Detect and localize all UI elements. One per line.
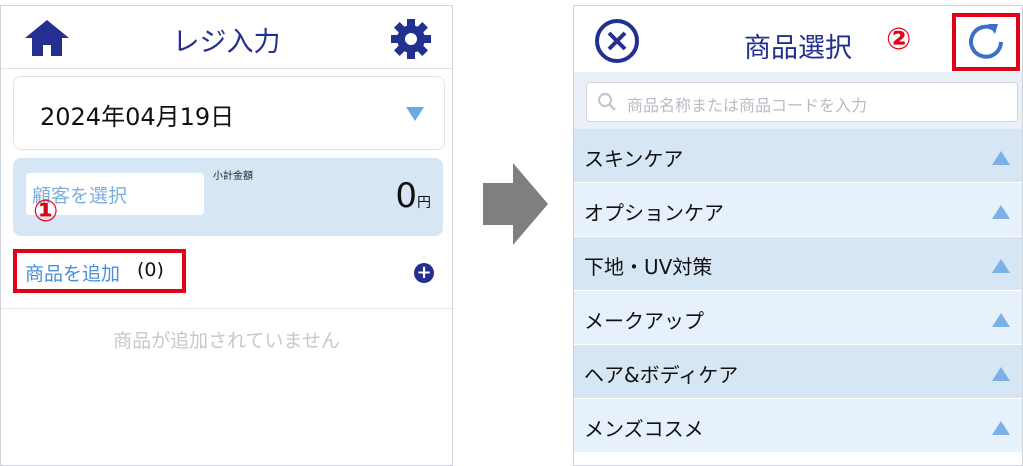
search-input[interactable]: 商品名称または商品コードを入力 bbox=[586, 82, 1018, 122]
category-label: スキンケア bbox=[584, 147, 684, 171]
category-item[interactable]: 下地・UV対策 bbox=[574, 237, 1022, 291]
search-icon bbox=[597, 92, 616, 111]
arrow-right-icon bbox=[483, 163, 548, 245]
search-bar: 商品名称または商品コードを入力 bbox=[574, 72, 1022, 129]
subtotal-number: 0 bbox=[395, 176, 417, 216]
category-item[interactable]: スキンケア bbox=[574, 129, 1022, 183]
search-placeholder: 商品名称または商品コードを入力 bbox=[627, 96, 868, 115]
subtotal-unit: 円 bbox=[417, 195, 431, 211]
step-marker-2: ② bbox=[886, 22, 912, 57]
highlight-box-1 bbox=[13, 249, 186, 293]
chevron-up-icon bbox=[992, 151, 1010, 165]
chevron-up-icon bbox=[992, 205, 1010, 219]
step-marker-1: ① bbox=[33, 194, 59, 229]
page-title: レジ入力 bbox=[172, 27, 281, 58]
top-bar: 商品選択 ② bbox=[574, 6, 1022, 72]
chevron-up-icon bbox=[992, 367, 1010, 381]
subtotal-value: 0円 bbox=[395, 176, 431, 216]
category-label: 下地・UV対策 bbox=[584, 255, 713, 279]
subtotal-card: 顧客を選択 小計金額 0円 ① bbox=[13, 158, 443, 236]
category-label: ヘア&ボディケア bbox=[584, 363, 739, 387]
category-item[interactable]: メークアップ bbox=[574, 291, 1022, 345]
chevron-down-icon bbox=[406, 107, 424, 121]
top-bar: レジ入力 bbox=[1, 6, 452, 69]
category-label: メークアップ bbox=[584, 309, 704, 333]
date-selector[interactable]: 2024年04月19日 bbox=[13, 76, 445, 150]
chevron-up-icon bbox=[992, 313, 1010, 327]
category-label: オプションケア bbox=[584, 201, 724, 225]
gear-icon[interactable] bbox=[389, 17, 433, 61]
register-screen: レジ入力 2024年04月19日 顧客を選択 小計金額 0円 ① 商品を追加 (… bbox=[0, 5, 453, 466]
close-icon[interactable] bbox=[594, 18, 640, 64]
empty-message: 商品が追加されていません bbox=[113, 330, 340, 352]
category-label: メンズコスメ bbox=[584, 417, 704, 441]
plus-icon[interactable]: + bbox=[414, 263, 434, 283]
category-item[interactable]: ヘア&ボディケア bbox=[574, 345, 1022, 399]
highlight-box-2 bbox=[952, 13, 1020, 71]
category-list: スキンケア オプションケア 下地・UV対策 メークアップ ヘア&ボディケア メン… bbox=[574, 129, 1022, 453]
subtotal-label: 小計金額 bbox=[213, 171, 253, 182]
category-item[interactable]: オプションケア bbox=[574, 183, 1022, 237]
category-item[interactable]: メンズコスメ bbox=[574, 399, 1022, 453]
chevron-up-icon bbox=[992, 421, 1010, 435]
chevron-up-icon bbox=[992, 259, 1010, 273]
product-select-screen: 商品選択 ② 商品名称または商品コードを入力 スキンケア オプションケア 下地・… bbox=[573, 5, 1023, 466]
page-title: 商品選択 bbox=[744, 33, 852, 64]
date-value: 2024年04月19日 bbox=[40, 103, 235, 131]
